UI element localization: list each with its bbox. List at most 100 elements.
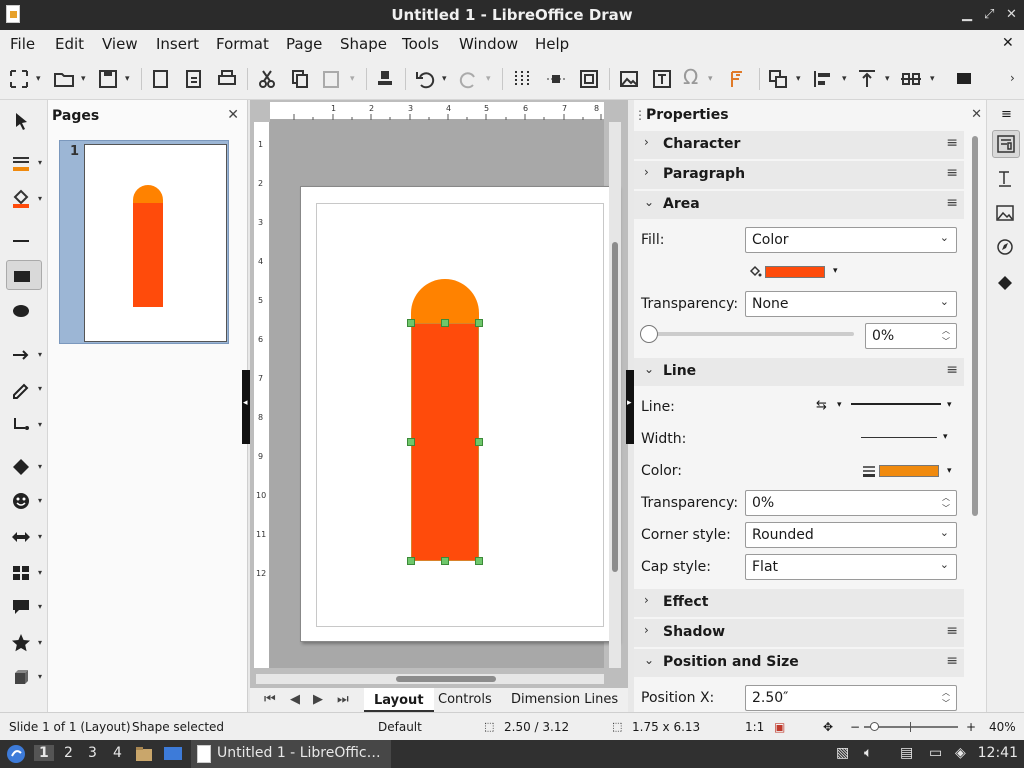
chevron-down-icon[interactable]: ▾ bbox=[38, 350, 42, 359]
fontwork-icon[interactable] bbox=[726, 68, 748, 90]
text-box-icon[interactable] bbox=[651, 68, 673, 90]
resize-handle[interactable] bbox=[475, 319, 483, 327]
scroll-thumb[interactable] bbox=[612, 242, 618, 572]
horizontal-scrollbar[interactable] bbox=[256, 674, 604, 684]
chevron-down-icon[interactable]: ▾ bbox=[943, 432, 948, 442]
chevron-down-icon[interactable]: ▾ bbox=[38, 420, 42, 429]
print-icon[interactable] bbox=[216, 68, 238, 90]
fill-type-select[interactable]: Color ⌄ bbox=[745, 227, 957, 253]
last-tab-icon[interactable]: ⏭ bbox=[337, 692, 349, 707]
more-options-icon[interactable]: ≡ bbox=[946, 165, 958, 181]
zoom-out-icon[interactable]: − bbox=[850, 720, 860, 734]
resize-handle[interactable] bbox=[441, 319, 449, 327]
drag-handle-icon[interactable]: ⋮ bbox=[634, 108, 646, 122]
copy-icon[interactable] bbox=[289, 68, 311, 90]
line-style-preview[interactable] bbox=[851, 403, 941, 405]
save-icon[interactable] bbox=[97, 68, 119, 90]
workspace-2[interactable]: 2 bbox=[64, 745, 73, 761]
chevron-down-icon[interactable]: ▾ bbox=[38, 568, 42, 577]
fill-color-swatch[interactable] bbox=[765, 266, 825, 278]
resize-handle[interactable] bbox=[407, 319, 415, 327]
helplines-icon[interactable] bbox=[545, 68, 567, 90]
menu-file[interactable]: File bbox=[10, 35, 35, 53]
more-options-icon[interactable]: ≡ bbox=[946, 362, 958, 378]
zoom-slider[interactable] bbox=[864, 722, 958, 732]
position-x-field[interactable]: 2.50″ ︿ ﹀ bbox=[745, 685, 957, 711]
chevron-down-icon[interactable]: ▾ bbox=[38, 158, 42, 167]
open-folder-icon[interactable] bbox=[53, 68, 75, 90]
cut-icon[interactable] bbox=[256, 68, 278, 90]
maximize-icon[interactable]: ⤢ bbox=[984, 7, 994, 22]
vertical-scrollbar[interactable] bbox=[609, 122, 621, 668]
chevron-down-icon[interactable]: ▾ bbox=[947, 400, 952, 410]
chevron-down-icon[interactable]: ▾ bbox=[38, 462, 42, 471]
export-icon[interactable] bbox=[150, 68, 172, 90]
workspace-1[interactable]: 1 bbox=[34, 745, 54, 761]
zoom-fit-icon[interactable] bbox=[578, 68, 600, 90]
selected-rectangle-shape[interactable] bbox=[411, 323, 479, 561]
section-effect[interactable]: › Effect bbox=[634, 589, 964, 617]
zoom-in-icon[interactable]: + bbox=[966, 720, 976, 734]
zoom-pan-icon[interactable] bbox=[8, 68, 30, 90]
deck-navigator[interactable] bbox=[992, 234, 1020, 262]
volume-icon[interactable]: 🔈︎ bbox=[864, 745, 872, 761]
chevron-down-icon[interactable]: ▾ bbox=[947, 466, 952, 476]
corner-style-select[interactable]: Rounded ⌄ bbox=[745, 522, 957, 548]
chevron-down-icon[interactable]: ▾ bbox=[708, 74, 713, 84]
deck-properties[interactable] bbox=[992, 130, 1020, 158]
zoom-level[interactable]: 40% bbox=[989, 720, 1016, 734]
file-manager-icon[interactable] bbox=[135, 745, 153, 763]
cap-style-select[interactable]: Flat ⌄ bbox=[745, 554, 957, 580]
chevron-down-icon[interactable]: ▾ bbox=[81, 74, 86, 84]
ellipse-tool[interactable] bbox=[6, 296, 42, 326]
block-arrows-tool[interactable]: ▾ bbox=[6, 522, 42, 552]
drawing-page[interactable] bbox=[300, 186, 618, 642]
line-tool[interactable] bbox=[6, 226, 42, 256]
screenshot-icon[interactable]: ▧ bbox=[836, 745, 849, 761]
close-window-icon[interactable]: ✕ bbox=[1006, 7, 1017, 22]
chevron-down-icon[interactable]: ▾ bbox=[38, 532, 42, 541]
sidebar-menu-icon[interactable]: ≡ bbox=[1001, 107, 1012, 122]
notifications-icon[interactable]: ◈ bbox=[955, 745, 966, 761]
chevron-down-icon[interactable]: ▾ bbox=[442, 74, 447, 84]
fit-slide-icon[interactable]: ✥ bbox=[823, 720, 833, 734]
fill-color-tool[interactable]: ▾ bbox=[6, 184, 42, 214]
line-width-preview[interactable] bbox=[861, 437, 937, 438]
callouts-tool[interactable]: ▾ bbox=[6, 592, 42, 622]
arrow-line-tool[interactable]: ▾ bbox=[6, 340, 42, 370]
flowchart-tool[interactable]: ▾ bbox=[6, 558, 42, 588]
section-position-size[interactable]: ⌄ Position and Size ≡ bbox=[634, 649, 964, 677]
more-options-icon[interactable]: ≡ bbox=[946, 623, 958, 639]
resize-handle[interactable] bbox=[475, 438, 483, 446]
menu-shape[interactable]: Shape bbox=[340, 35, 387, 53]
more-options-icon[interactable]: ≡ bbox=[946, 195, 958, 211]
sidebar-scrollbar[interactable] bbox=[970, 136, 980, 706]
deck-styles[interactable] bbox=[992, 166, 1020, 194]
transformations-icon[interactable] bbox=[767, 68, 789, 90]
menu-edit[interactable]: Edit bbox=[55, 35, 84, 53]
chevron-down-icon[interactable]: ▾ bbox=[885, 74, 890, 84]
toolbar-overflow-icon[interactable]: › bbox=[1010, 71, 1015, 85]
chevron-down-icon[interactable]: ▾ bbox=[38, 496, 42, 505]
resize-handle[interactable] bbox=[441, 557, 449, 565]
stars-tool[interactable]: ▾ bbox=[6, 628, 42, 658]
line-color-tool[interactable]: ▾ bbox=[6, 148, 42, 178]
workspace-3[interactable]: 3 bbox=[88, 745, 97, 761]
grid-icon[interactable] bbox=[511, 68, 533, 90]
section-paragraph[interactable]: › Paragraph ≡ bbox=[634, 161, 964, 189]
chevron-down-icon[interactable]: ▾ bbox=[833, 266, 838, 276]
horizontal-ruler[interactable]: 1 2 3 4 5 6 7 8 bbox=[270, 102, 604, 120]
menu-tools[interactable]: Tools bbox=[402, 35, 439, 53]
section-shadow[interactable]: › Shadow ≡ bbox=[634, 619, 964, 647]
resize-handle[interactable] bbox=[475, 557, 483, 565]
transparency-percent-field[interactable]: 0% ︿ ﹀ bbox=[865, 323, 957, 349]
transparency-slider[interactable] bbox=[640, 325, 854, 343]
display-icon[interactable]: ▭ bbox=[929, 745, 942, 761]
menu-page[interactable]: Page bbox=[286, 35, 322, 53]
close-icon[interactable]: ✕ bbox=[971, 107, 982, 122]
connector-tool[interactable]: ▾ bbox=[6, 410, 42, 440]
more-options-icon[interactable]: ≡ bbox=[946, 135, 958, 151]
section-character[interactable]: › Character ≡ bbox=[634, 131, 964, 159]
clone-formatting-icon[interactable] bbox=[374, 68, 396, 90]
close-icon[interactable]: ✕ bbox=[227, 107, 239, 123]
